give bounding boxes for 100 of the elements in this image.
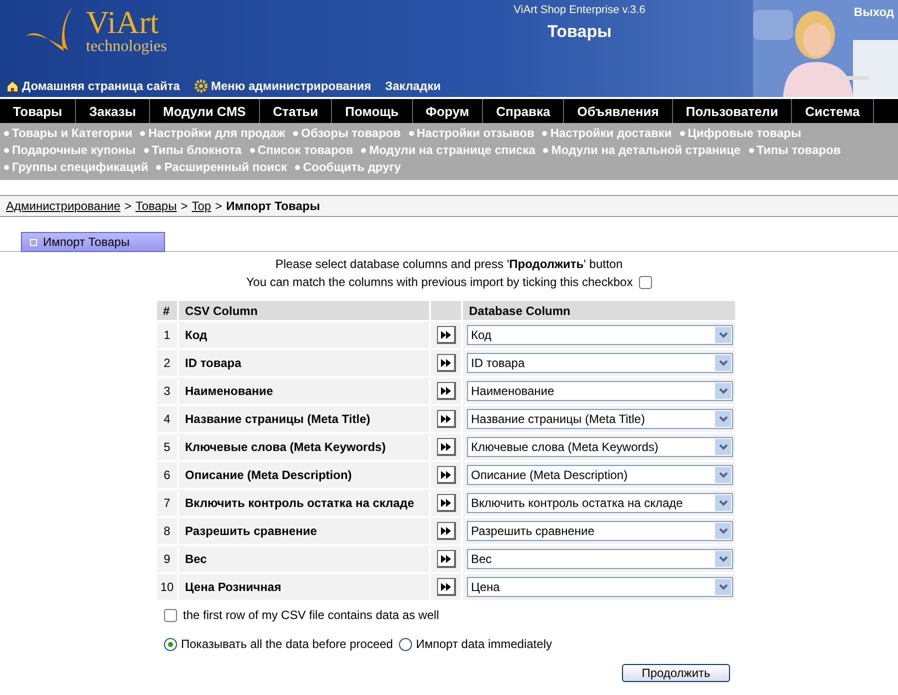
csv-column-name: Код (179, 322, 429, 348)
continue-button[interactable]: Продолжить (622, 664, 730, 682)
csv-column-name: Ключевые слова (Meta Keywords) (179, 434, 429, 460)
fast-forward-icon (440, 442, 450, 450)
header-link[interactable]: Закладки (385, 79, 441, 93)
caret-icon (718, 388, 728, 394)
database-column-select[interactable]: ID товара (467, 353, 733, 373)
database-column-select[interactable]: Разрешить сравнение (467, 521, 733, 541)
logo-name: ViArt (86, 6, 159, 38)
bullet-icon (140, 131, 146, 136)
database-column-select[interactable]: Ключевые слова (Meta Keywords) (467, 437, 733, 457)
caret-icon (718, 556, 728, 562)
breadcrumb-separator: > (180, 199, 188, 213)
map-arrow-button[interactable] (436, 354, 456, 372)
breadcrumb-link[interactable]: Товары (135, 199, 177, 213)
row-number: 5 (157, 434, 177, 460)
caret-icon (718, 360, 728, 366)
map-arrow-button[interactable] (436, 382, 456, 400)
map-arrow-button[interactable] (436, 410, 456, 428)
bullet-icon (144, 148, 149, 154)
column-header: # (157, 301, 177, 320)
database-column-select[interactable]: Наименование (467, 381, 733, 401)
csv-column-name: Включить контроль остатка на складе (179, 490, 429, 516)
csv-column-name: Вес (179, 546, 429, 572)
radio-button[interactable] (398, 638, 412, 650)
database-column-select[interactable]: Описание (Meta Description) (467, 465, 733, 485)
nav-tab[interactable]: Форум (412, 99, 484, 123)
row-number: 4 (157, 406, 177, 432)
radio-button[interactable] (164, 638, 177, 650)
page-title: Товары (547, 22, 612, 42)
map-arrow-button[interactable] (436, 466, 456, 484)
first-row-checkbox[interactable] (164, 608, 177, 622)
row-number: 8 (157, 518, 177, 544)
map-arrow-button[interactable] (436, 578, 456, 596)
database-column-select[interactable]: Код (467, 325, 733, 345)
bullet-icon (4, 148, 9, 154)
map-arrow-button[interactable] (436, 494, 456, 512)
breadcrumb-link[interactable]: Top (192, 199, 212, 213)
fast-forward-icon (440, 330, 450, 338)
match-label: You can match the columns with previous import by ticking this checkbox (246, 274, 633, 291)
caret-icon (718, 472, 728, 478)
bullet-icon (4, 165, 9, 170)
logo-tagline: technologies (86, 38, 167, 56)
match-checkbox[interactable] (638, 276, 652, 288)
csv-column-name: Название страницы (Meta Title) (179, 406, 429, 432)
csv-column-name: Разрешить сравнение (179, 518, 429, 544)
database-column-select[interactable]: Вес (467, 549, 733, 569)
database-column-select[interactable]: Название страницы (Meta Title) (467, 409, 733, 429)
fast-forward-icon (440, 358, 450, 366)
fast-forward-icon (440, 470, 450, 478)
fast-forward-icon (440, 526, 450, 534)
row-number: 2 (157, 350, 177, 376)
caret-icon (718, 584, 728, 590)
bullet-icon (408, 131, 414, 136)
breadcrumb-current: Импорт Товары (226, 199, 320, 213)
bullet-icon (542, 131, 548, 136)
caret-icon (718, 332, 728, 338)
bullet-icon (156, 165, 162, 170)
bullet-icon (543, 148, 548, 154)
caret-icon (718, 500, 728, 506)
database-column-select[interactable]: Включить контроль остатка на складе (467, 493, 733, 513)
row-number: 6 (157, 462, 177, 488)
bullet-icon (293, 131, 298, 136)
breadcrumb-separator: > (215, 199, 222, 213)
csv-column-name: ID товара (179, 350, 429, 376)
caret-icon (718, 528, 728, 534)
section-tab[interactable]: Импорт Товары (21, 232, 165, 252)
map-arrow-button[interactable] (436, 550, 456, 568)
database-column-select[interactable]: Цена (467, 577, 733, 597)
map-arrow-button[interactable] (436, 326, 456, 344)
row-number: 9 (157, 546, 177, 572)
bullet-icon (680, 131, 685, 136)
column-header: Database Column (463, 301, 735, 320)
bullet-icon (361, 148, 366, 154)
bullet-icon (250, 148, 255, 154)
map-arrow-button[interactable] (436, 522, 456, 540)
fast-forward-icon (440, 386, 450, 394)
fast-forward-icon (440, 498, 450, 506)
fast-forward-icon (440, 554, 450, 562)
product-version: ViArt Shop Enterprise v.3.6 (514, 4, 646, 16)
csv-column-name: Наименование (179, 378, 429, 404)
header-link[interactable]: Домашняя страница сайта (6, 79, 180, 93)
radio-label: Импорт data immediately (416, 636, 552, 653)
row-number: 10 (157, 574, 177, 600)
row-number: 7 (157, 490, 177, 516)
header-link[interactable]: Меню администрирования (194, 79, 372, 93)
csv-column-name: Цена Розничная (179, 574, 429, 600)
row-number: 3 (157, 378, 177, 404)
row-number: 1 (157, 322, 177, 348)
instruction-text: Please select database columns and press 'Продолжить' button (275, 256, 623, 273)
gear-icon (194, 79, 208, 93)
breadcrumb-link[interactable]: Администрирование (6, 199, 120, 213)
breadcrumb-separator: > (124, 199, 132, 213)
radio-label: Показывать all the data before proceed (181, 636, 393, 653)
fast-forward-icon (440, 414, 450, 422)
map-arrow-button[interactable] (436, 438, 456, 456)
bullet-icon (294, 165, 300, 170)
bullet-icon (748, 148, 754, 154)
fast-forward-icon (440, 582, 450, 590)
column-header: CSV Column (179, 301, 429, 320)
